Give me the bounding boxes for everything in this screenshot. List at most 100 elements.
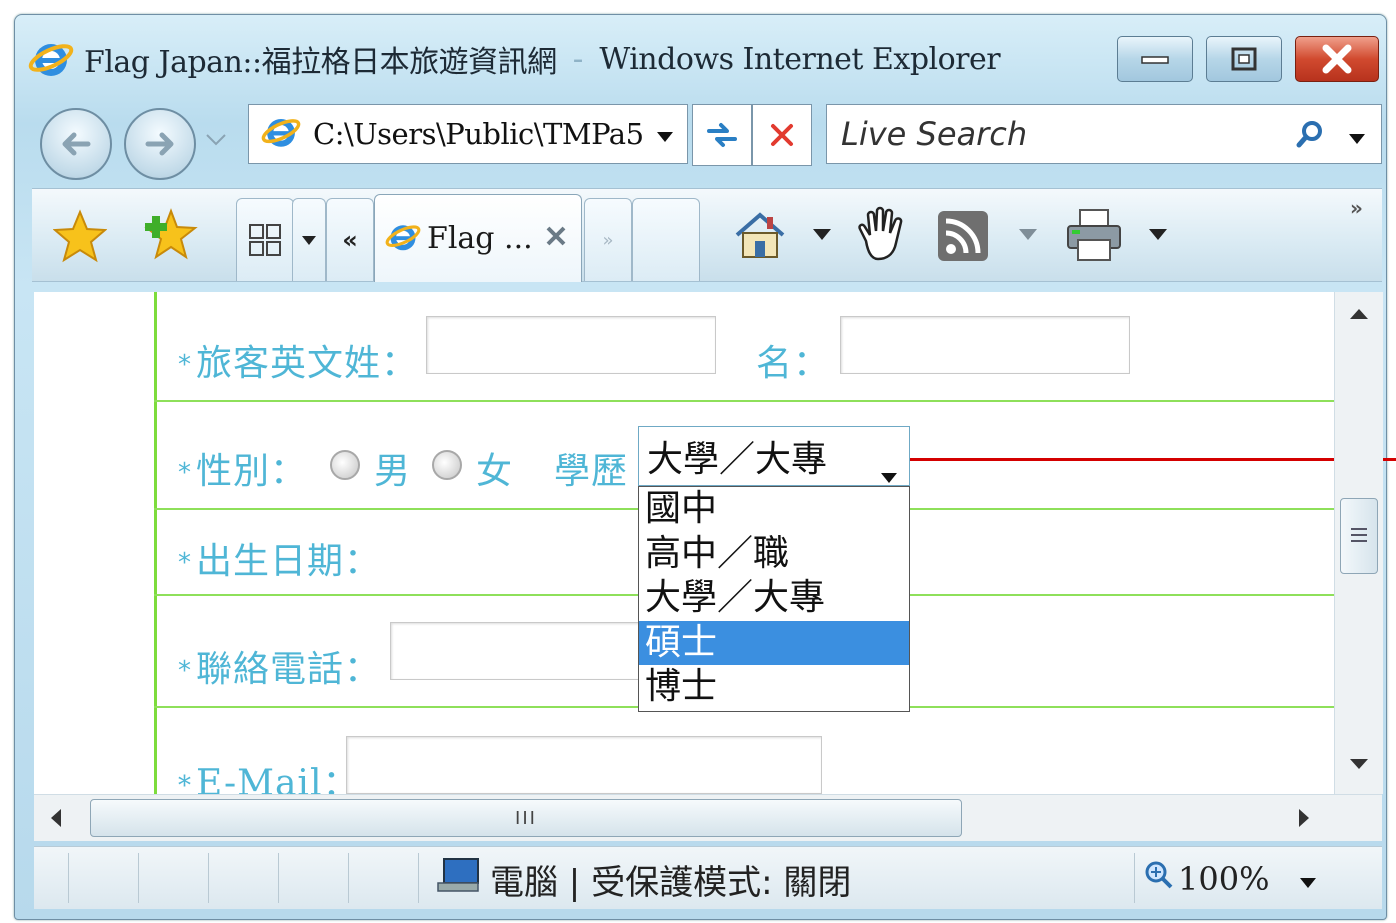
new-tab-button[interactable] xyxy=(632,198,700,281)
close-window-button[interactable] xyxy=(1295,36,1379,82)
tab-list-dropdown[interactable] xyxy=(292,198,326,281)
scroll-tabs-left-button[interactable]: « xyxy=(326,198,374,281)
gender-male-label: 男 xyxy=(374,451,412,492)
back-button[interactable] xyxy=(40,108,112,180)
callout-line xyxy=(910,458,1396,461)
scroll-right-arrow-icon[interactable] xyxy=(1296,807,1312,829)
scroll-up-arrow-icon[interactable] xyxy=(1347,306,1371,322)
zoom-dropdown-icon[interactable] xyxy=(1300,873,1316,892)
education-option[interactable]: 國中 xyxy=(639,487,909,532)
gender-female-radio[interactable] xyxy=(432,450,462,480)
status-divider xyxy=(208,853,209,903)
education-option-highlighted[interactable]: 碩士 xyxy=(639,620,909,665)
close-icon xyxy=(546,226,566,246)
education-option[interactable]: 高中／職 xyxy=(639,532,909,577)
chevron-down-icon xyxy=(1349,134,1365,144)
page-content: * 旅客英文姓： 名： * 性別： 男 女 學歷 * 出生日期： * 聯絡電話： * E-… xyxy=(34,292,1334,794)
search-box[interactable] xyxy=(826,104,1382,164)
back-arrow-icon xyxy=(62,132,91,156)
status-divider xyxy=(138,853,139,903)
education-options-list: 國中 高中／職 大學／大專 碩士 博士 xyxy=(638,486,910,712)
search-input[interactable] xyxy=(839,114,1283,154)
given-name-input[interactable] xyxy=(840,316,1130,374)
app-name: Windows Internet Explorer xyxy=(599,41,1001,77)
vertical-scroll-thumb[interactable] xyxy=(1340,498,1378,574)
stop-icon xyxy=(771,124,793,146)
status-divider xyxy=(418,853,419,903)
home-dropdown-icon[interactable] xyxy=(810,224,834,244)
status-divider xyxy=(1134,853,1135,903)
stop-button[interactable] xyxy=(752,104,812,166)
required-mark: * xyxy=(178,771,192,794)
education-select[interactable]: 大學／大專 xyxy=(638,426,910,486)
forward-button[interactable] xyxy=(124,108,196,180)
minimize-button[interactable] xyxy=(1117,36,1193,82)
window-title: Flag Japan::福拉格日本旅遊資訊網 xyxy=(84,45,557,80)
forward-arrow-icon xyxy=(145,132,174,156)
zoom-control[interactable]: 100% xyxy=(1144,855,1269,903)
address-dropdown-icon[interactable] xyxy=(657,127,673,146)
maximize-icon xyxy=(1231,47,1257,71)
double-left-chevron-icon: « xyxy=(342,226,358,254)
status-divider xyxy=(278,853,279,903)
surname-label: * 旅客英文姓： xyxy=(178,343,419,384)
zoom-magnifier-icon xyxy=(1144,860,1174,898)
title-separator: - xyxy=(572,41,584,77)
scroll-tabs-right-button[interactable]: » xyxy=(584,198,632,281)
feeds-dropdown-icon[interactable] xyxy=(1016,224,1040,244)
form-left-border xyxy=(154,292,157,794)
internet-explorer-icon xyxy=(28,36,74,82)
address-bar[interactable]: C:\Users\Public\TMPa5 xyxy=(248,104,688,164)
minimize-icon xyxy=(1141,56,1169,64)
status-bar: 電腦 | 受保護模式: 關閉 100% xyxy=(34,846,1382,909)
tab-label: Flag ... xyxy=(427,221,533,256)
quick-tabs-button[interactable] xyxy=(236,198,294,281)
page-ie-icon xyxy=(261,112,301,156)
double-right-chevron-icon: » xyxy=(602,229,614,251)
required-mark: * xyxy=(178,458,192,488)
recent-pages-dropdown[interactable] xyxy=(205,132,227,151)
toolbar-overflow-chevron-icon[interactable]: » xyxy=(1350,196,1363,220)
horizontal-scroll-thumb[interactable]: III xyxy=(90,799,962,837)
scroll-left-arrow-icon[interactable] xyxy=(48,807,64,829)
education-label: 學歷 xyxy=(554,451,629,492)
zoom-level: 100% xyxy=(1178,860,1270,898)
tab-ie-icon xyxy=(385,219,421,259)
home-icon[interactable] xyxy=(732,208,788,262)
status-divider xyxy=(68,853,69,903)
horizontal-scrollbar[interactable]: III xyxy=(34,794,1382,841)
email-label: * E-Mail： xyxy=(178,754,359,794)
maximize-button[interactable] xyxy=(1206,36,1282,82)
tab-flag-japan[interactable]: Flag ... xyxy=(374,194,582,282)
search-icon[interactable] xyxy=(1295,119,1325,153)
email-input[interactable] xyxy=(346,736,822,794)
required-mark: * xyxy=(178,656,192,686)
chevron-down-icon xyxy=(302,235,316,245)
scroll-down-arrow-icon[interactable] xyxy=(1347,756,1371,772)
security-zone[interactable]: 電腦 | 受保護模式: 關閉 xyxy=(434,855,851,903)
required-mark: * xyxy=(178,548,192,578)
phone-input[interactable] xyxy=(390,622,652,680)
search-options-dropdown[interactable] xyxy=(1349,129,1365,148)
hand-pan-icon[interactable] xyxy=(848,204,912,266)
vertical-scrollbar[interactable] xyxy=(1334,292,1383,794)
chevron-down-icon xyxy=(206,134,226,146)
favorites-star-icon[interactable] xyxy=(52,208,108,264)
rss-feed-icon[interactable] xyxy=(934,208,992,264)
status-divider xyxy=(348,853,349,903)
close-tab-button[interactable] xyxy=(545,225,567,251)
refresh-button[interactable] xyxy=(692,104,752,166)
print-icon[interactable] xyxy=(1062,204,1126,266)
row-divider xyxy=(154,400,1334,402)
education-option[interactable]: 大學／大專 xyxy=(639,576,909,621)
add-favorites-icon[interactable] xyxy=(140,206,202,266)
gender-male-radio[interactable] xyxy=(330,450,360,480)
education-option[interactable]: 博士 xyxy=(639,665,909,710)
gender-female-label: 女 xyxy=(476,451,514,492)
refresh-icon xyxy=(707,123,737,147)
surname-input[interactable] xyxy=(426,316,716,374)
print-dropdown-icon[interactable] xyxy=(1146,224,1170,244)
address-text: C:\Users\Public\TMPa5 xyxy=(313,117,644,151)
education-selected-value: 大學／大專 xyxy=(647,439,828,480)
title-bar: Flag Japan::福拉格日本旅遊資訊網 - Windows Interne… xyxy=(28,24,1088,94)
